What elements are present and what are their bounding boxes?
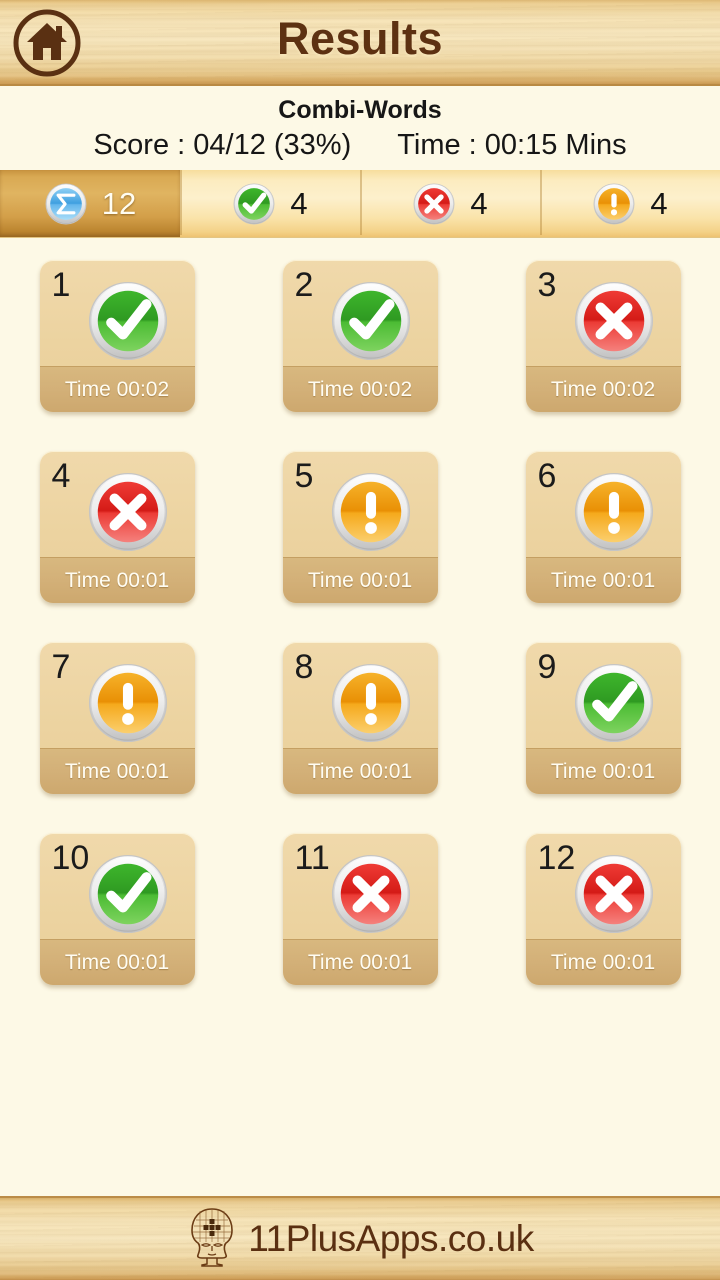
result-card-time: Time 00:01 <box>39 557 195 603</box>
exclamation-skipped-icon <box>329 470 413 554</box>
filter-tab-count: 4 <box>290 185 308 221</box>
result-card-number: 3 <box>537 266 557 304</box>
result-card-number: 8 <box>294 648 314 686</box>
check-correct-icon <box>86 279 170 363</box>
filter-tab-count: 4 <box>650 185 668 221</box>
result-card[interactable]: 8 Time 00:01 <box>282 642 438 794</box>
result-card-time: Time 00:01 <box>525 557 681 603</box>
result-card[interactable]: 10 Time 00:01 <box>39 833 195 985</box>
result-card[interactable]: 3 Time 00:02 <box>525 260 681 412</box>
exclamation-skipped-icon <box>592 182 636 226</box>
result-card-number: 5 <box>294 457 314 495</box>
result-card-number: 4 <box>51 457 71 495</box>
cross-wrong-icon <box>412 182 456 226</box>
check-correct-icon <box>232 182 276 226</box>
filter-tab-count: 4 <box>470 185 488 221</box>
result-card-time: Time 00:01 <box>282 748 438 794</box>
result-card-time: Time 00:01 <box>282 557 438 603</box>
result-card-number: 6 <box>537 457 557 495</box>
exclamation-skipped-icon <box>86 661 170 745</box>
check-correct-icon <box>329 279 413 363</box>
result-card[interactable]: 4 Time 00:01 <box>39 451 195 603</box>
sigma-total-icon <box>44 182 88 226</box>
filter-tab-exclamation-skipped[interactable]: 4 <box>540 170 720 237</box>
quiz-name: Combi-Words <box>278 96 442 124</box>
check-correct-icon <box>572 661 656 745</box>
cross-wrong-icon <box>86 470 170 554</box>
result-card[interactable]: 5 Time 00:01 <box>282 451 438 603</box>
result-card-time: Time 00:01 <box>525 748 681 794</box>
result-card-number: 1 <box>51 266 71 304</box>
result-card-number: 9 <box>537 648 557 686</box>
home-icon <box>12 8 82 78</box>
brand-name: 11PlusApps.co.uk <box>248 1218 534 1259</box>
cross-wrong-icon <box>329 852 413 936</box>
exclamation-skipped-icon <box>329 661 413 745</box>
exclamation-skipped-icon <box>572 470 656 554</box>
filter-tab-cross-wrong[interactable]: 4 <box>360 170 540 237</box>
cross-wrong-icon <box>572 279 656 363</box>
result-card-time: Time 00:02 <box>282 366 438 412</box>
result-card[interactable]: 9 Time 00:01 <box>525 642 681 794</box>
result-card-time: Time 00:01 <box>525 939 681 985</box>
time-text: Time : 00:15 Mins <box>397 129 627 161</box>
result-card-number: 11 <box>294 839 330 877</box>
score-text: Score : 04/12 (33%) <box>93 129 352 161</box>
result-card-number: 2 <box>294 266 314 304</box>
result-card-number: 12 <box>537 839 576 877</box>
quiz-stats-row: Score : 04/12 (33%) Time : 00:15 Mins <box>93 127 626 163</box>
app-footer: 11PlusApps.co.uk <box>0 1196 720 1280</box>
cross-wrong-icon <box>572 852 656 936</box>
results-grid: 1 Time 00:02 2 Time 00:02 3 Time 00:02 4… <box>0 238 720 985</box>
filter-tab-count: 12 <box>101 185 137 221</box>
app-header: Results <box>0 0 720 86</box>
result-card-time: Time 00:01 <box>39 748 195 794</box>
result-card[interactable]: 1 Time 00:02 <box>39 260 195 412</box>
result-card-time: Time 00:01 <box>282 939 438 985</box>
check-correct-icon <box>86 852 170 936</box>
result-card-number: 7 <box>51 648 71 686</box>
result-card[interactable]: 7 Time 00:01 <box>39 642 195 794</box>
phrenology-head-icon <box>186 1206 238 1273</box>
result-card-time: Time 00:02 <box>39 366 195 412</box>
filter-tab-check-correct[interactable]: 4 <box>180 170 360 237</box>
quiz-info-bar: Combi-Words Score : 04/12 (33%) Time : 0… <box>0 86 720 170</box>
result-card-time: Time 00:02 <box>525 366 681 412</box>
filter-tab-sigma-total[interactable]: 12 <box>0 170 180 237</box>
result-card[interactable]: 6 Time 00:01 <box>525 451 681 603</box>
result-card[interactable]: 12 Time 00:01 <box>525 833 681 985</box>
result-card-time: Time 00:01 <box>39 939 195 985</box>
result-card[interactable]: 2 Time 00:02 <box>282 260 438 412</box>
result-card[interactable]: 11 Time 00:01 <box>282 833 438 985</box>
home-button[interactable] <box>10 6 84 80</box>
filter-tab-bar: 12 4 4 4 <box>0 170 720 238</box>
page-title: Results <box>276 13 444 64</box>
result-card-number: 10 <box>51 839 90 877</box>
